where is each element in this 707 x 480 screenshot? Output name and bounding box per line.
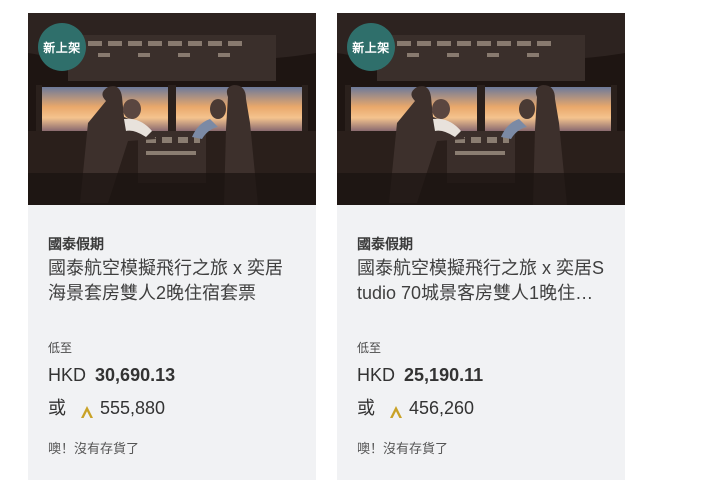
stock-status: 噢！沒有存貨了: [357, 441, 449, 456]
price: HKD 25,190.11: [357, 363, 605, 387]
product-card[interactable]: 新上架 國泰假期 國泰航空模擬飛行之旅 x 奕居Studio 70城景客房雙人1…: [337, 13, 625, 480]
product-title[interactable]: 國泰航空模擬飛行之旅 x 奕居海景套房雙人2晚住宿套票: [48, 256, 296, 306]
product-card[interactable]: 新上架 國泰假期 國泰航空模擬飛行之旅 x 奕居海景套房雙人2晚住宿套票 低至 …: [28, 13, 316, 480]
asia-miles-icon: [389, 401, 403, 418]
miles-amount: 456,260: [409, 398, 475, 418]
from-label: 低至: [357, 341, 382, 355]
price-amount: 30,690.13: [95, 365, 176, 385]
or-label: 或: [357, 398, 375, 418]
currency-label: HKD: [48, 365, 87, 385]
from-label: 低至: [48, 341, 73, 355]
new-arrival-badge: 新上架: [347, 23, 395, 71]
asia-miles-icon: [80, 401, 94, 418]
price: HKD 30,690.13: [48, 363, 296, 387]
product-image[interactable]: 新上架: [28, 13, 316, 205]
product-title[interactable]: 國泰航空模擬飛行之旅 x 奕居Studio 70城景客房雙人1晚住宿套票: [357, 256, 605, 306]
miles-amount: 555,880: [100, 398, 166, 418]
new-arrival-badge: 新上架: [38, 23, 86, 71]
brand-label: 國泰假期: [48, 236, 104, 252]
miles-price: 或 555,880: [48, 396, 296, 420]
miles-price: 或 456,260: [357, 396, 605, 420]
currency-label: HKD: [357, 365, 396, 385]
price-amount: 25,190.11: [404, 365, 484, 385]
stock-status: 噢！沒有存貨了: [48, 441, 140, 456]
brand-label: 國泰假期: [357, 236, 413, 252]
or-label: 或: [48, 398, 66, 418]
product-image[interactable]: 新上架: [337, 13, 625, 205]
